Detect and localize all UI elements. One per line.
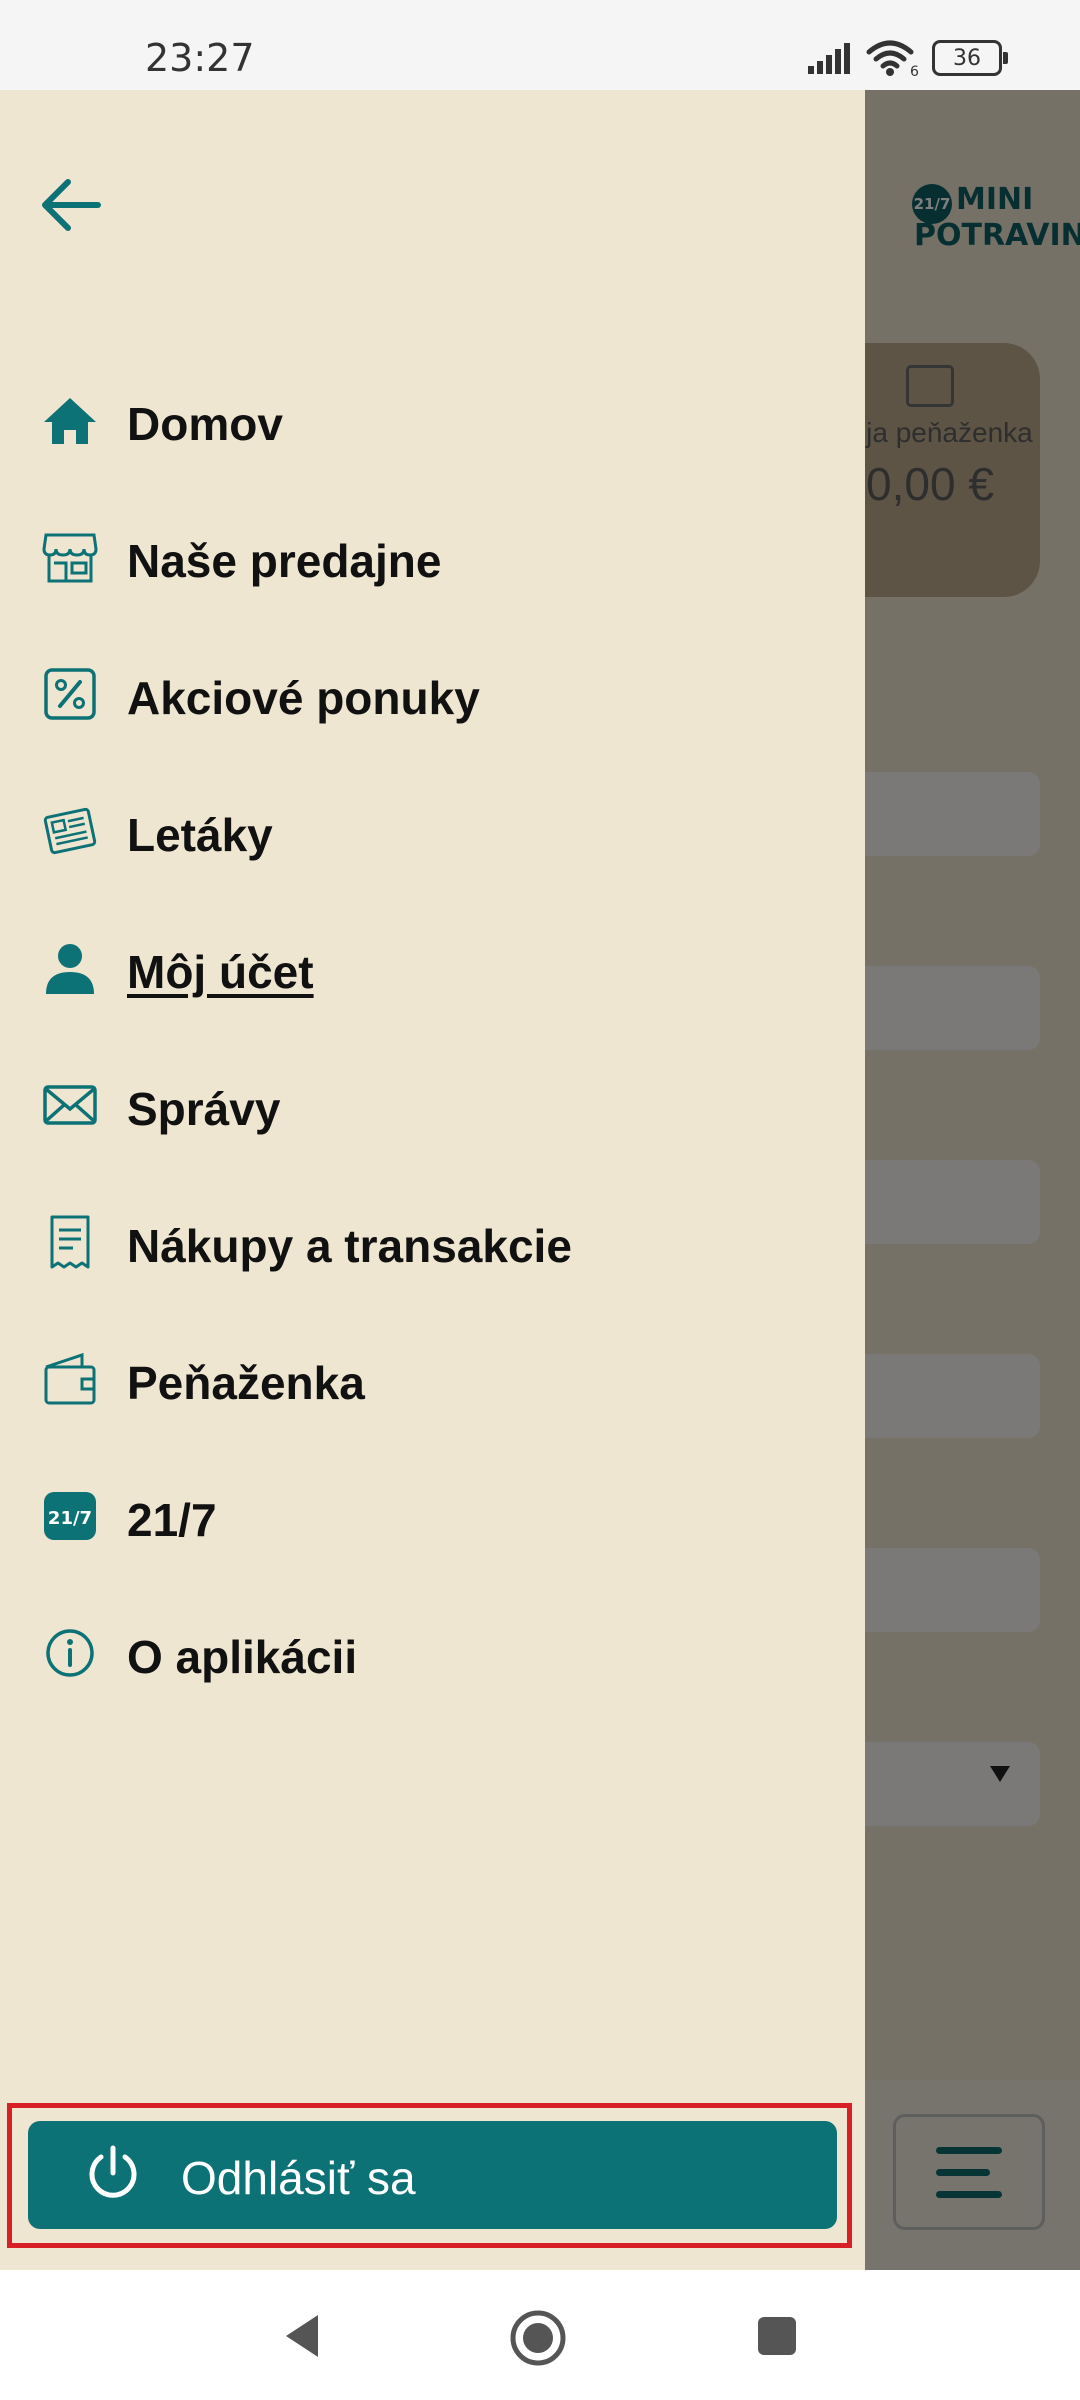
store-icon [42, 533, 98, 583]
battery-level: 36 [953, 45, 981, 71]
wifi-badge: 6 [910, 64, 919, 78]
badge-21-7-text: 21/7 [48, 1508, 92, 1529]
power-icon [89, 2145, 137, 2198]
status-icons: 6 36 [806, 36, 1008, 80]
info-icon [46, 1629, 94, 1677]
percent-icon [44, 668, 96, 720]
wallet-icon [44, 1352, 96, 1405]
system-nav-bar [0, 2270, 1080, 2400]
arrow-left-icon[interactable] [36, 170, 106, 240]
signal-icon [808, 43, 850, 74]
menu-item-o-aplikacii[interactable]: O aplikácii [0, 1590, 865, 1710]
home-icon [44, 398, 96, 444]
menu-item-spravy[interactable]: Správy [0, 1042, 865, 1162]
menu-item-label: 21/7 [127, 1494, 217, 1546]
badge-21-7-icon: 21/7 [44, 1492, 96, 1540]
menu-item-label: Môj účet [127, 946, 314, 998]
logout-label: Odhlásiť sa [181, 2152, 416, 2204]
logout-button[interactable]: Odhlásiť sa [28, 2121, 837, 2229]
menu-item-label: Peňaženka [127, 1357, 365, 1409]
nav-home-icon[interactable] [509, 2309, 567, 2367]
battery-icon: 36 [932, 40, 1008, 76]
menu-item-domov[interactable]: Domov [0, 357, 865, 477]
menu-item-label: Naše predajne [127, 535, 442, 587]
nav-recents-icon[interactable] [756, 2315, 798, 2357]
menu-item-nase-predajne[interactable]: Naše predajne [0, 494, 865, 614]
menu-item-letaky[interactable]: Letáky [0, 768, 865, 888]
menu-item-label: O aplikácii [127, 1631, 358, 1683]
menu-item-label: Letáky [127, 809, 273, 861]
status-bar: 23:27 6 36 [0, 0, 1080, 90]
nav-back-icon[interactable] [282, 2313, 322, 2359]
newspaper-icon [43, 807, 97, 855]
menu-item-label: Akciové ponuky [127, 672, 480, 724]
menu-item-nakupy-a-transakcie[interactable]: Nákupy a transakcie [0, 1179, 865, 1299]
receipt-icon [50, 1215, 90, 1269]
envelope-icon [43, 1085, 97, 1125]
person-icon [46, 944, 94, 994]
menu-item-penazenka[interactable]: Peňaženka [0, 1316, 865, 1436]
menu-item-akciove-ponuky[interactable]: Akciové ponuky [0, 631, 865, 751]
menu-item-21-7[interactable]: 21/7 21/7 [0, 1453, 865, 1573]
menu-item-label: Nákupy a transakcie [127, 1220, 572, 1272]
status-time: 23:27 [145, 36, 255, 80]
wifi-icon: 6 [866, 40, 919, 78]
menu-item-moj-ucet[interactable]: Môj účet [0, 905, 865, 1025]
menu-item-label: Správy [127, 1083, 281, 1135]
navigation-drawer: Domov Naše predajne Akciové ponuky Leták… [0, 90, 865, 2270]
menu-item-label: Domov [127, 398, 283, 450]
